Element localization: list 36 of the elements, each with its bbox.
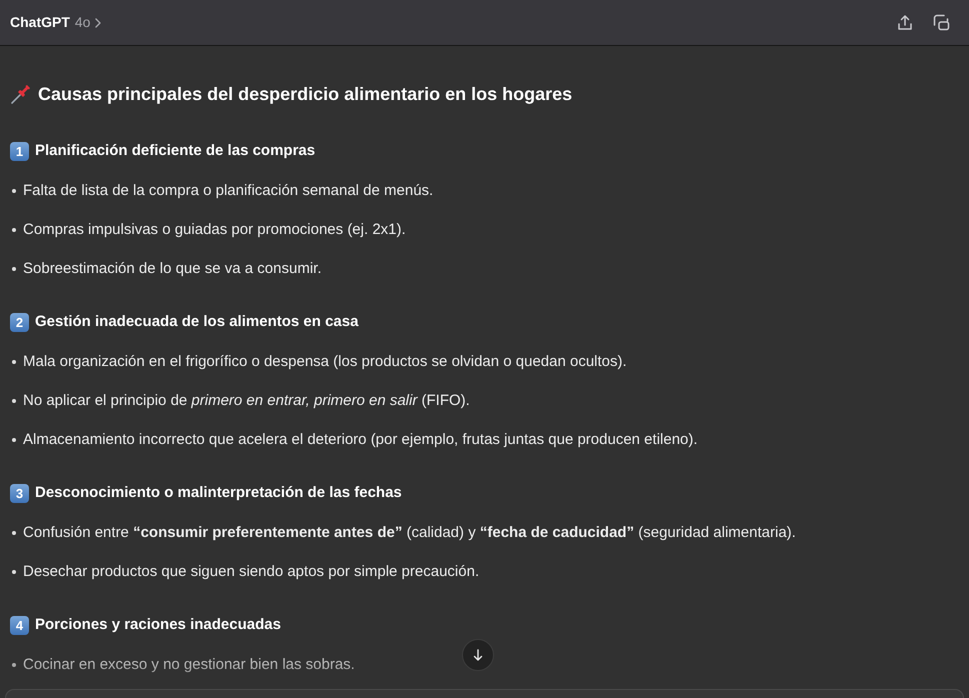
bullet-text: Desechar productos que siguen siendo aptos por simple precaución.: [23, 562, 480, 582]
number-tile: 2: [10, 312, 29, 332]
bullet-text: Compras impulsivas o guiadas por promociones (ej. 2x1).: [23, 220, 406, 240]
number-tile: 3: [10, 484, 29, 502]
number-tile: 1: [10, 142, 29, 160]
arrow-down-icon: [473, 649, 483, 661]
bullet-icon: [12, 663, 16, 667]
overlapping-squares-icon: [932, 13, 950, 32]
bullet-icon: [12, 360, 16, 364]
bullet-icon: [12, 267, 16, 271]
bullet-text: Confusión entre “consumir preferentemente antes de” (calidad) y “fecha de caducidad” (seguridad alimentaria).: [23, 523, 796, 543]
temporary-chat-button[interactable]: [931, 12, 951, 32]
section-heading: Gestión inadecuada de los alimentos en casa: [35, 312, 358, 332]
bullet-icon: [12, 570, 16, 574]
bullet-text: Falta de lista de la compra o planificación semanal de menús.: [23, 181, 434, 201]
bullet-text: Mala organización en el frigorífico o despensa (los productos se olvidan o quedan ocultos).: [23, 352, 627, 372]
number-tile: 4: [10, 616, 29, 634]
share-icon: [896, 14, 914, 32]
bullet-text: No aplicar el principio de primero en entrar, primero en salir (FIFO).: [23, 391, 470, 411]
bullet-icon: [12, 531, 16, 535]
bullet-text: Almacenamiento incorrecto que acelera el deterioro (por ejemplo, frutas juntas que producen etileno).: [23, 430, 698, 450]
chevron-right-icon: [95, 18, 102, 28]
scroll-down-button[interactable]: [462, 639, 494, 671]
model-switcher-button[interactable]: ChatGPT 4o: [10, 12, 102, 33]
section-heading: Porciones y raciones inadecuadas: [35, 615, 281, 635]
section-heading: Desconocimiento o malinterpretación de las fechas: [35, 483, 402, 503]
pushpin-icon: [10, 83, 32, 105]
bullet-icon: [12, 438, 16, 442]
message-input-field[interactable]: [5, 689, 964, 698]
bullet-text: Sobreestimación de lo que se va a consumir.: [23, 259, 322, 279]
answer-heading: Causas principales del desperdicio alimentario en los hogares: [38, 83, 572, 106]
bullet-icon: [12, 189, 16, 193]
bullet-icon: [12, 228, 16, 232]
bullet-text: Cocinar en exceso y no gestionar bien las sobras.: [23, 655, 355, 675]
bullet-icon: [12, 399, 16, 403]
section-heading: Planificación deficiente de las compras: [35, 141, 316, 161]
